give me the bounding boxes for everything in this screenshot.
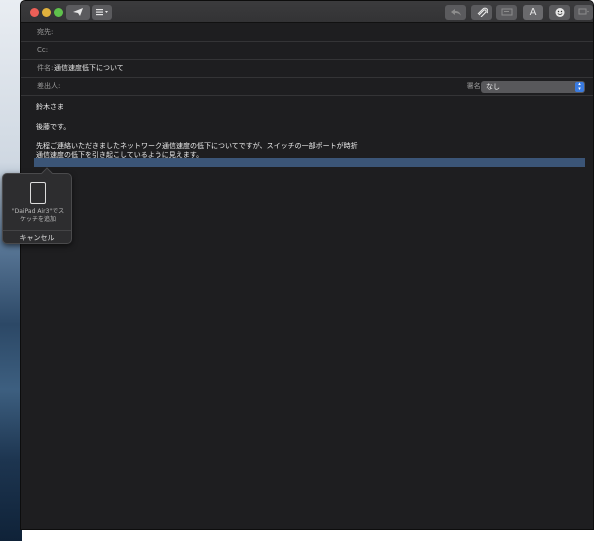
to-field-row[interactable]: 宛先: — [21, 23, 593, 42]
photo-browser-button[interactable] — [574, 5, 593, 20]
to-label: 宛先: — [37, 28, 54, 36]
from-label: 差出人: — [37, 82, 61, 90]
emoji-icon — [555, 8, 564, 17]
chevron-up-down-icon: ▴ ▾ — [575, 82, 584, 92]
from-field-row: 差出人: 署名: なし ▴ ▾ — [21, 77, 593, 96]
format-bar-icon — [501, 8, 512, 16]
header-fields-button[interactable] — [92, 5, 112, 20]
minimize-window-button[interactable] — [42, 8, 51, 17]
close-window-button[interactable] — [30, 8, 39, 17]
sketch-popover: "DaiPad Air3"でス ケッチを追加 キャンセル — [2, 167, 72, 244]
signature-value: なし — [486, 83, 500, 91]
signature-select[interactable]: なし ▴ ▾ — [481, 81, 585, 93]
sketch-popover-text[interactable]: "DaiPad Air3"でス ケッチを追加 — [6, 208, 70, 224]
send-button[interactable] — [66, 5, 90, 20]
attachment-icon — [477, 7, 488, 17]
reply-button[interactable] — [445, 5, 466, 20]
photo-browser-icon — [578, 8, 589, 15]
subject-field-row[interactable]: 件名: 通信速度低下について — [21, 59, 593, 78]
cc-field-row[interactable]: Cc: — [21, 41, 593, 60]
subject-input[interactable]: 通信速度低下について — [54, 59, 124, 78]
font-icon: A — [529, 7, 537, 18]
font-button[interactable]: A — [523, 5, 543, 20]
emoji-button[interactable] — [549, 5, 570, 20]
send-icon — [73, 8, 83, 16]
header-fields-icon — [96, 9, 108, 16]
cancel-button[interactable]: キャンセル — [3, 232, 71, 244]
ipad-icon[interactable] — [30, 182, 46, 204]
message-line-greeting[interactable]: 鈴木さま — [36, 102, 64, 112]
message-line-body-2[interactable]: 通信速度の低下を引き起こしているように見えます。 — [36, 150, 203, 160]
subject-label: 件名: — [37, 64, 54, 72]
attach-button[interactable] — [471, 5, 492, 20]
format-bar-button[interactable] — [496, 5, 517, 20]
cc-label: Cc: — [37, 46, 49, 54]
popover-divider — [3, 230, 71, 231]
message-line-intro[interactable]: 後藤です。 — [36, 122, 70, 132]
zoom-window-button[interactable] — [54, 8, 63, 17]
title-bar: A — [21, 1, 593, 23]
reply-icon — [450, 9, 461, 16]
compose-window: A 宛先: Cc: 件名: 通信速度低下について 差出人: 署名: なし ▴ ▾… — [20, 0, 594, 530]
desktop-wallpaper — [0, 0, 22, 541]
